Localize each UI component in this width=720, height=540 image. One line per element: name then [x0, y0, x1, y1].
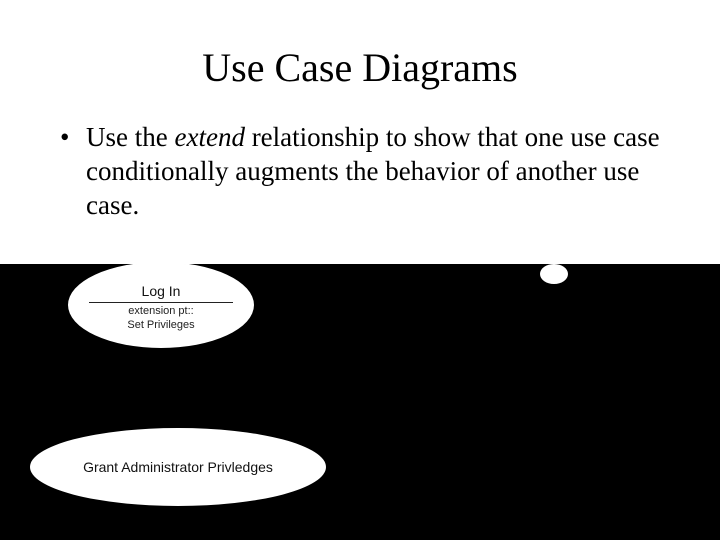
use-case-grant-ellipse: Grant Administrator Privledges: [30, 428, 326, 506]
use-case-grant-label: Grant Administrator Privledges: [31, 459, 325, 475]
bullet-text-em: extend: [174, 122, 244, 152]
bullet-text: Use the extend relationship to show that…: [86, 121, 660, 222]
slide-title: Use Case Diagrams: [0, 0, 720, 91]
bullet-list: • Use the extend relationship to show th…: [0, 91, 720, 222]
slide: Use Case Diagrams • Use the extend relat…: [0, 0, 720, 540]
use-case-login-title: Log In: [142, 277, 181, 299]
use-case-login-extension-line2: Set Privileges: [127, 319, 194, 333]
bullet-item: • Use the extend relationship to show th…: [60, 121, 660, 222]
use-case-small-ellipse: [540, 264, 568, 284]
use-case-login-extension-line1: extension pt::: [128, 305, 193, 319]
bullet-marker: •: [60, 121, 86, 155]
use-case-login-divider: [89, 302, 233, 303]
use-case-login-ellipse: Log In extension pt:: Set Privileges: [68, 262, 254, 348]
bullet-text-before: Use the: [86, 122, 174, 152]
